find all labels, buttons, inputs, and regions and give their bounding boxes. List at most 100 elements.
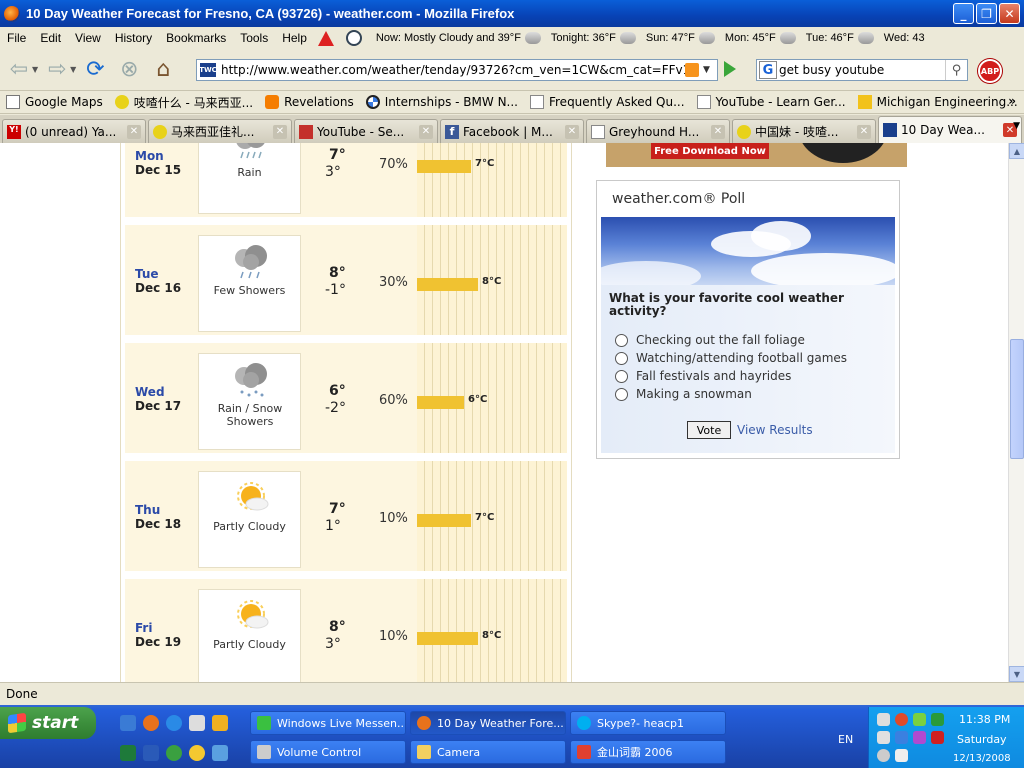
- tab-close-icon[interactable]: ✕: [127, 124, 141, 139]
- url-dropdown-icon[interactable]: ▼: [703, 65, 717, 75]
- url-bar[interactable]: TWC http://www.weather.com/weather/tenda…: [196, 59, 718, 81]
- restore-button[interactable]: ❐: [976, 3, 997, 24]
- tab-close-icon[interactable]: ✕: [419, 124, 433, 139]
- tray-wireless-icon[interactable]: [931, 713, 944, 726]
- forward-dropdown[interactable]: ▼: [70, 65, 76, 74]
- scroll-up-icon[interactable]: ▲: [1009, 143, 1024, 159]
- reload-icon[interactable]: ⟳: [80, 55, 110, 85]
- radio-button[interactable]: [615, 333, 628, 347]
- bookmark-internships-bmw[interactable]: Internships - BMW N...: [365, 95, 518, 109]
- quicklaunch-firefox-icon[interactable]: [143, 715, 159, 731]
- weather-mon[interactable]: Mon: 45°F: [725, 32, 796, 44]
- menu-file[interactable]: File: [0, 31, 33, 45]
- weather-wed[interactable]: Wed: 43: [884, 32, 925, 44]
- tab-close-icon[interactable]: ✕: [711, 124, 725, 139]
- task-messenger[interactable]: Windows Live Messen...: [250, 711, 406, 735]
- quicklaunch-chat-icon[interactable]: [166, 745, 182, 761]
- tray-messenger-icon[interactable]: [913, 713, 926, 726]
- back-dropdown[interactable]: ▼: [32, 65, 38, 74]
- bookmark-youtube-learn[interactable]: YouTube - Learn Ger...: [696, 95, 846, 109]
- tab-close-icon[interactable]: ✕: [565, 124, 579, 139]
- clock-time[interactable]: 11:38 PM: [959, 713, 1010, 726]
- menu-view[interactable]: View: [68, 31, 108, 45]
- stop-icon[interactable]: ⊗: [114, 55, 144, 85]
- menu-bookmarks[interactable]: Bookmarks: [159, 31, 233, 45]
- search-input[interactable]: [779, 61, 945, 79]
- menu-edit[interactable]: Edit: [33, 31, 68, 45]
- view-results-link[interactable]: View Results: [737, 423, 813, 437]
- tab-list-icon[interactable]: ▼: [1013, 121, 1020, 131]
- tab-jiali[interactable]: 马来西亚佳礼... ✕: [148, 119, 292, 143]
- radio-button[interactable]: [615, 351, 628, 365]
- menu-tools[interactable]: Tools: [233, 31, 275, 45]
- search-icon[interactable]: ⚲: [945, 60, 967, 80]
- menu-help[interactable]: Help: [275, 31, 314, 45]
- forecast-day[interactable]: Tue: [135, 267, 159, 281]
- tab-zhongguomei[interactable]: 中国妹 - 吱喳... ✕: [732, 119, 876, 143]
- task-volume-control[interactable]: Volume Control: [250, 740, 406, 764]
- language-indicator[interactable]: EN: [838, 733, 853, 746]
- tray-monitor-icon[interactable]: [895, 731, 908, 744]
- tab-facebook[interactable]: f Facebook | M... ✕: [440, 119, 584, 143]
- url-text[interactable]: http://www.weather.com/weather/tenday/93…: [221, 63, 685, 77]
- forecast-day[interactable]: Mon: [135, 149, 164, 163]
- quicklaunch-word-icon[interactable]: [143, 745, 159, 761]
- tray-security-icon[interactable]: [877, 731, 890, 744]
- bookmark-google-maps[interactable]: Google Maps: [6, 95, 103, 109]
- back-arrow-icon[interactable]: ⇦: [4, 55, 34, 85]
- quicklaunch-ie-icon[interactable]: [166, 715, 182, 731]
- home-icon[interactable]: ⌂: [148, 55, 178, 85]
- tray-network-icon[interactable]: [877, 713, 890, 726]
- quicklaunch-excel-icon[interactable]: [120, 745, 136, 761]
- tab-greyhound[interactable]: Greyhound H... ✕: [586, 119, 730, 143]
- quicklaunch-messenger-icon[interactable]: [212, 715, 228, 731]
- task-camera[interactable]: Camera: [410, 740, 566, 764]
- poll-option[interactable]: Making a snowman: [615, 387, 752, 401]
- weather-tonight[interactable]: Tonight: 36°F: [551, 32, 636, 44]
- bookmark-zhazha[interactable]: 吱喳什么 - 马来西亚...: [114, 94, 253, 111]
- radio-button[interactable]: [615, 369, 628, 383]
- tray-app-icon[interactable]: [913, 731, 926, 744]
- bookmark-michigan-engineering[interactable]: Michigan Engineering...: [857, 95, 1018, 109]
- quicklaunch-tool-icon[interactable]: [212, 745, 228, 761]
- google-icon[interactable]: G: [759, 61, 777, 79]
- weather-sun[interactable]: Sun: 47°F: [646, 32, 715, 44]
- forecast-day[interactable]: Wed: [135, 385, 165, 399]
- poll-option[interactable]: Checking out the fall foliage: [615, 333, 805, 347]
- tab-close-icon[interactable]: ✕: [857, 124, 871, 139]
- poll-option[interactable]: Fall festivals and hayrides: [615, 369, 791, 383]
- tray-antivirus-icon[interactable]: [931, 731, 944, 744]
- go-button[interactable]: [724, 61, 736, 77]
- tray-skype-icon[interactable]: [877, 749, 890, 762]
- poll-option[interactable]: Watching/attending football games: [615, 351, 847, 365]
- tab-weather[interactable]: 10 Day Wea... ✕: [878, 116, 1022, 143]
- menu-history[interactable]: History: [108, 31, 159, 45]
- close-button[interactable]: ✕: [999, 3, 1020, 24]
- vote-button[interactable]: Vote: [687, 421, 731, 439]
- tray-volume-icon[interactable]: [895, 749, 908, 762]
- forward-arrow-icon[interactable]: ⇨: [42, 55, 72, 85]
- tab-yahoo[interactable]: Y! (0 unread) Ya... ✕: [2, 119, 146, 143]
- advertisement[interactable]: Free Download Now: [606, 143, 907, 167]
- bookmarks-overflow-icon[interactable]: »: [1008, 94, 1016, 108]
- bookmark-revelations[interactable]: Revelations: [265, 95, 354, 109]
- weather-now[interactable]: Now: Mostly Cloudy and 39°F: [376, 32, 541, 44]
- radio-button[interactable]: [615, 387, 628, 401]
- minimize-button[interactable]: _: [953, 3, 974, 24]
- forecast-day[interactable]: Fri: [135, 621, 152, 635]
- tab-youtube[interactable]: YouTube - Se... ✕: [294, 119, 438, 143]
- vertical-scrollbar[interactable]: ▲ ▼: [1008, 143, 1024, 682]
- task-firefox-weather[interactable]: 10 Day Weather Fore...: [410, 711, 566, 735]
- warning-icon[interactable]: [317, 30, 334, 46]
- task-jinshan-ciba[interactable]: 金山词霸 2006: [570, 740, 726, 764]
- scroll-down-icon[interactable]: ▼: [1009, 666, 1024, 682]
- ad-download-button[interactable]: Free Download Now: [651, 143, 769, 159]
- tab-close-icon[interactable]: ✕: [273, 124, 287, 139]
- rss-icon[interactable]: [685, 63, 699, 77]
- bookmark-faq[interactable]: Frequently Asked Qu...: [529, 95, 685, 109]
- start-button[interactable]: start: [0, 707, 96, 739]
- quicklaunch-desktop-icon[interactable]: [120, 715, 136, 731]
- clock-icon[interactable]: [345, 30, 362, 46]
- task-skype[interactable]: Skype?- heacp1: [570, 711, 726, 735]
- forecast-day[interactable]: Thu: [135, 503, 160, 517]
